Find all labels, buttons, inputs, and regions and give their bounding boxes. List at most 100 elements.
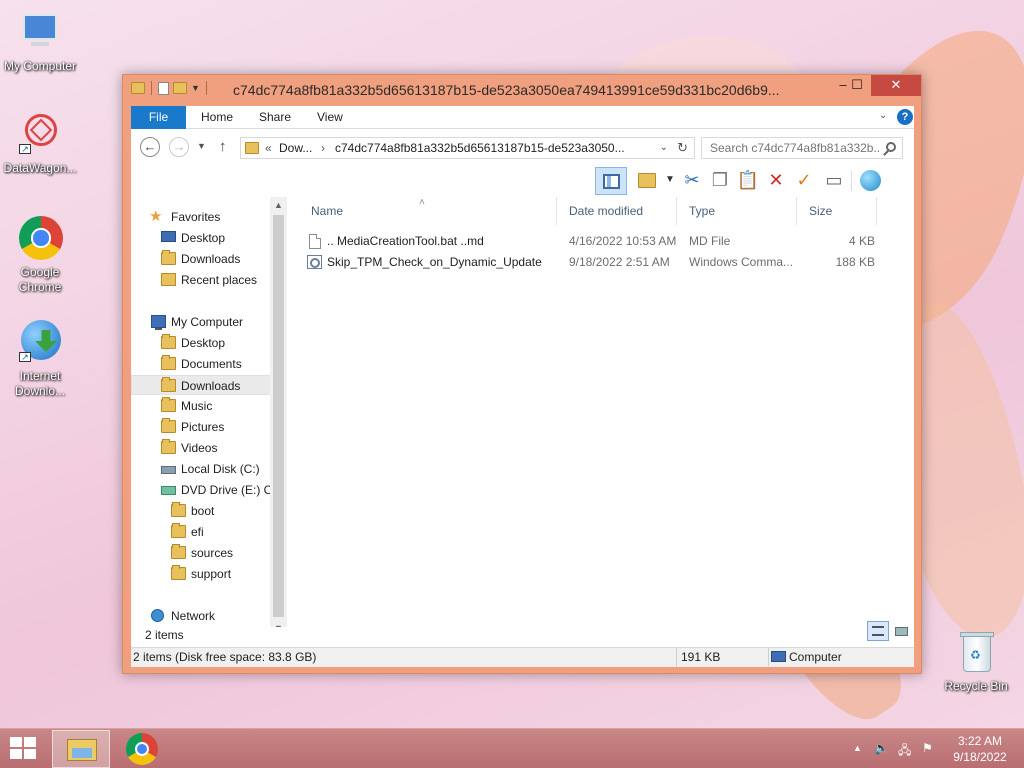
refresh-icon[interactable]: ↻	[677, 140, 688, 156]
checkmark-icon[interactable]: ✓	[791, 167, 817, 193]
desktop-icon-google-chrome[interactable]: Google Chrome	[0, 216, 80, 295]
taskbar-clock[interactable]: 3:22 AM 9/18/2022	[945, 733, 1015, 765]
forward-button[interactable]: →	[169, 137, 189, 157]
column-header-size[interactable]: Size	[797, 197, 877, 225]
network-tray-icon[interactable]: 🖧	[898, 741, 911, 762]
preview-pane-button[interactable]	[595, 167, 627, 195]
delete-icon[interactable]: ✕	[763, 167, 789, 193]
help-icon[interactable]: ?	[897, 109, 913, 125]
nav-computer-videos[interactable]: Videos	[131, 438, 272, 458]
close-button[interactable]: ✕	[871, 75, 921, 96]
music-folder-icon	[161, 397, 176, 412]
rename-icon[interactable]: ▭	[821, 167, 847, 193]
address-bar[interactable]: « Dow... › c74dc774a8fb81a332b5d65613187…	[240, 137, 695, 159]
nav-favorites-recent-places[interactable]: Recent places	[131, 270, 272, 290]
paste-icon[interactable]: 📋	[735, 167, 761, 193]
nav-network[interactable]: Network	[131, 606, 272, 626]
action-center-icon[interactable]: ⚑	[922, 741, 933, 755]
window-title: c74dc774a8fb81a332b5d65613187b15-de523a3…	[233, 82, 780, 98]
nav-computer-desktop[interactable]: Desktop	[131, 333, 272, 353]
copy-icon[interactable]: ❐	[707, 167, 733, 193]
file-icon	[309, 234, 321, 249]
windows-logo-icon	[10, 737, 22, 747]
nav-computer-music[interactable]: Music	[131, 396, 272, 416]
new-folder-icon[interactable]	[173, 82, 187, 94]
search-input[interactable]	[702, 138, 880, 158]
search-icon[interactable]	[886, 142, 896, 152]
breadcrumb-downloads[interactable]: Dow...	[279, 141, 312, 155]
up-button[interactable]: ↑	[219, 138, 227, 155]
column-header-date-modified[interactable]: Date modified	[557, 197, 677, 225]
folder-icon	[171, 565, 186, 580]
desktop-icon-label: Recycle Bin	[944, 679, 1008, 693]
status-location: Computer	[789, 650, 842, 664]
maximize-button[interactable]: ☐	[843, 75, 871, 96]
cut-icon[interactable]: ✂	[679, 167, 705, 193]
dvd-drive-icon	[161, 486, 176, 495]
breadcrumb-separator[interactable]: ›	[321, 141, 325, 155]
windows-logo-icon	[24, 749, 36, 759]
file-name: .. MediaCreationTool.bat ..md	[327, 234, 484, 248]
column-header-type[interactable]: Type	[677, 197, 797, 225]
file-size: 188 KB	[835, 255, 875, 269]
nav-computer-pictures[interactable]: Pictures	[131, 417, 272, 437]
details-view-icon	[872, 626, 884, 636]
documents-folder-icon	[161, 355, 176, 370]
tab-home[interactable]: Home	[201, 106, 233, 129]
recycle-bin-icon: ♻	[953, 630, 999, 676]
chevron-down-icon[interactable]: ⌄	[879, 110, 887, 121]
nav-dvd-drive-e[interactable]: DVD Drive (E:) CC	[131, 480, 279, 500]
folder-icon	[171, 502, 186, 517]
tab-file[interactable]: File	[131, 106, 186, 129]
desktop-folder-icon	[161, 334, 176, 349]
large-icons-view-button[interactable]	[890, 621, 912, 641]
nav-dvd-support[interactable]: support	[131, 564, 272, 584]
breadcrumb-current[interactable]: c74dc774a8fb81a332b5d65613187b15-de523a3…	[335, 141, 625, 155]
recent-locations-button[interactable]: ▼	[197, 141, 206, 151]
details-view-button[interactable]	[867, 621, 889, 641]
desktop-icon-my-computer[interactable]: My Computer	[0, 10, 80, 74]
taskbar-file-explorer[interactable]	[52, 730, 110, 768]
search-box[interactable]	[701, 137, 903, 159]
chevron-down-icon[interactable]: ⌄	[660, 142, 668, 153]
nav-dvd-efi[interactable]: efi	[131, 522, 272, 542]
nav-my-computer[interactable]: My Computer	[131, 312, 272, 332]
scrollbar-thumb[interactable]	[273, 215, 284, 617]
nav-dvd-sources[interactable]: sources	[131, 543, 272, 563]
nav-favorites[interactable]: ★ Favorites	[131, 207, 272, 227]
title-bar[interactable]: ▼ c74dc774a8fb81a332b5d65613187b15-de523…	[123, 75, 921, 105]
tab-view[interactable]: View	[317, 106, 343, 129]
file-date: 9/18/2022 2:51 AM	[569, 255, 670, 269]
desktop-icon-recycle-bin[interactable]: ♻ Recycle Bin	[936, 630, 1016, 694]
pictures-folder-icon	[161, 418, 176, 433]
taskbar-chrome[interactable]	[126, 733, 158, 765]
nav-computer-documents[interactable]: Documents	[131, 354, 272, 374]
folder-icon	[171, 523, 186, 538]
desktop-icon-datawagon[interactable]: ↗ DataWagon...	[0, 112, 80, 176]
ribbon-tabs: File Home Share View ⌄ ?	[131, 106, 914, 129]
file-row[interactable]: Skip_TPM_Check_on_Dynamic_Update 9/18/20…	[287, 252, 914, 273]
nav-computer-downloads[interactable]: Downloads	[131, 375, 272, 395]
file-row[interactable]: .. MediaCreationTool.bat ..md 4/16/2022 …	[287, 231, 914, 252]
scroll-up-icon[interactable]: ▲	[274, 200, 283, 210]
back-button[interactable]: ←	[140, 137, 160, 157]
globe-icon[interactable]	[857, 167, 883, 193]
speaker-muted-icon[interactable]: 🔈	[874, 741, 889, 755]
address-overflow[interactable]: «	[265, 141, 272, 155]
column-header-name[interactable]: ˄ Name	[287, 197, 557, 225]
chevron-down-icon[interactable]: ▼	[191, 83, 200, 93]
item-count: 2 items	[145, 628, 184, 642]
file-date: 4/16/2022 10:53 AM	[569, 234, 677, 248]
folder-options-icon[interactable]	[633, 167, 659, 193]
tab-share[interactable]: Share	[259, 106, 291, 129]
nav-favorites-downloads[interactable]: Downloads	[131, 249, 272, 269]
desktop-icon-internet-download-manager[interactable]: ↗ Internet Downlo...	[0, 320, 80, 399]
show-hidden-icons-icon[interactable]: ▲	[853, 743, 862, 753]
properties-icon[interactable]	[158, 81, 169, 95]
nav-dvd-boot[interactable]: boot	[131, 501, 272, 521]
start-button[interactable]	[10, 737, 38, 761]
divider	[205, 81, 207, 95]
nav-local-disk-c[interactable]: Local Disk (C:)	[131, 459, 272, 479]
nav-pane-scrollbar[interactable]: ▲ ▼	[270, 197, 287, 637]
nav-favorites-desktop[interactable]: Desktop	[131, 228, 272, 248]
